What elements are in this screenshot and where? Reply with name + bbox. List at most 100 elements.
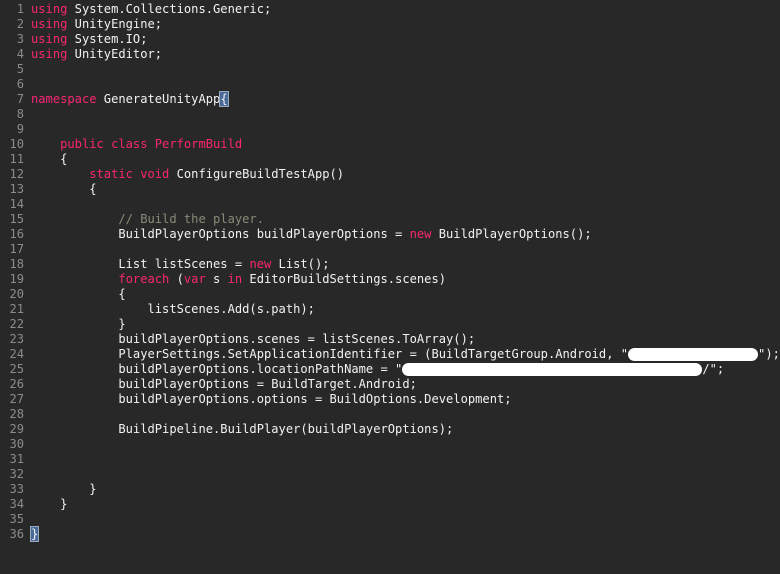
code-line[interactable]: 2 using UnityEngine; <box>0 17 162 32</box>
code-line[interactable]: 17 <box>0 242 31 257</box>
line-number: 29 <box>9 422 24 436</box>
line-number: 9 <box>16 122 24 136</box>
code-line[interactable]: 25 buildPlayerOptions.locationPathName =… <box>0 362 724 377</box>
code-line[interactable]: 31 <box>0 452 31 467</box>
code-line[interactable]: 12 static void ConfigureBuildTestApp() <box>0 167 344 182</box>
code-line[interactable]: 14 <box>0 197 31 212</box>
keyword-token: using <box>31 32 68 46</box>
code-token: { <box>31 287 126 301</box>
line-number: 22 <box>9 317 24 331</box>
code-line[interactable]: 7 namespace GenerateUnityApp{ <box>0 91 229 107</box>
code-line[interactable]: 29 BuildPipeline.BuildPlayer(buildPlayer… <box>0 422 453 437</box>
code-line[interactable]: 22 } <box>0 317 126 332</box>
keyword-token: using <box>31 47 68 61</box>
code-token: List(); <box>271 257 330 271</box>
line-number: 15 <box>9 212 24 226</box>
code-token: PlayerSettings.SetApplicationIdentifier … <box>31 347 629 361</box>
keyword-token: using <box>31 17 68 31</box>
line-number: 10 <box>9 137 24 151</box>
code-line[interactable]: 3 using System.IO; <box>0 32 148 47</box>
line-number: 31 <box>9 452 24 466</box>
line-number: 23 <box>9 332 24 346</box>
keyword-token: new <box>409 227 432 241</box>
line-number: 17 <box>9 242 24 256</box>
line-number: 34 <box>9 497 24 511</box>
code-line[interactable]: 26 buildPlayerOptions = BuildTarget.Andr… <box>0 377 416 392</box>
code-line[interactable]: 1 using System.Collections.Generic; <box>0 2 272 17</box>
code-line[interactable]: 11 { <box>0 152 67 167</box>
line-number: 19 <box>9 272 24 286</box>
code-line[interactable]: 32 <box>0 467 31 482</box>
line-number: 11 <box>9 152 24 166</box>
matched-brace: } <box>29 526 40 542</box>
code-token: BuildPlayerOptions(); <box>431 227 592 241</box>
line-number: 35 <box>9 512 24 526</box>
keyword-token: in <box>227 272 243 286</box>
code-line[interactable]: 16 BuildPlayerOptions buildPlayerOptions… <box>0 227 592 242</box>
line-number: 1 <box>16 2 24 16</box>
code-token: ConfigureBuildTestApp() <box>169 167 345 181</box>
line-number: 8 <box>16 107 24 121</box>
code-line[interactable]: 21 listScenes.Add(s.path); <box>0 302 315 317</box>
code-line[interactable]: 33 } <box>0 482 97 497</box>
matched-brace: { <box>219 91 229 107</box>
code-token: } <box>31 317 126 331</box>
keyword-token: PerformBuild <box>154 137 243 151</box>
code-token: buildPlayerOptions.locationPathName = " <box>31 362 403 376</box>
keyword-token: class <box>111 137 148 151</box>
code-editor[interactable]: 1 using System.Collections.Generic; 2 using… <box>0 0 780 574</box>
line-number: 2 <box>16 17 24 31</box>
line-number: 3 <box>16 32 24 46</box>
code-line[interactable]: 18 List listScenes = new List(); <box>0 257 330 272</box>
line-number: 4 <box>16 47 24 61</box>
keyword-token: public <box>60 137 104 151</box>
line-number: 13 <box>9 182 24 196</box>
line-number: 28 <box>9 407 24 421</box>
redacted-text <box>402 363 703 376</box>
code-line[interactable]: 24 PlayerSettings.SetApplicationIdentifi… <box>0 347 780 362</box>
code-token: } <box>31 482 97 496</box>
code-line[interactable]: 13 { <box>0 182 96 197</box>
code-line[interactable]: 19 foreach (var s in EditorBuildSettings… <box>0 272 446 287</box>
line-number: 12 <box>9 167 24 181</box>
code-token: UnityEngine; <box>67 17 163 31</box>
code-token: buildPlayerOptions.options = BuildOption… <box>31 392 512 406</box>
code-line[interactable]: 27 buildPlayerOptions.options = BuildOpt… <box>0 392 512 407</box>
code-line[interactable]: 20 { <box>0 287 126 302</box>
code-line[interactable]: 9 <box>0 122 31 137</box>
code-line[interactable]: 30 <box>0 437 31 452</box>
line-number: 20 <box>9 287 24 301</box>
code-token: List listScenes = <box>31 257 250 271</box>
code-token: s <box>205 272 228 286</box>
code-line[interactable]: 28 <box>0 407 31 422</box>
line-number: 16 <box>9 227 24 241</box>
code-line[interactable]: 34 } <box>0 497 67 512</box>
line-number: 26 <box>9 377 24 391</box>
code-line[interactable]: 10 public class PerformBuild <box>0 137 242 152</box>
line-number: 5 <box>16 62 24 76</box>
code-token: GenerateUnityApp <box>96 92 221 106</box>
code-token: UnityEditor; <box>67 47 163 61</box>
keyword-token: namespace <box>31 92 97 106</box>
code-line[interactable]: 4 using UnityEditor; <box>0 47 162 62</box>
redacted-text <box>628 348 759 361</box>
code-line[interactable]: 6 <box>0 77 31 92</box>
code-line[interactable]: 23 buildPlayerOptions.scenes = listScene… <box>0 332 475 347</box>
code-token: BuildPipeline.BuildPlayer(buildPlayerOpt… <box>31 422 454 436</box>
code-line[interactable]: 8 <box>0 107 31 122</box>
code-line[interactable]: 5 <box>0 62 31 77</box>
code-line[interactable]: 36} <box>0 526 40 542</box>
line-number: 24 <box>9 347 24 361</box>
line-number: 27 <box>9 392 24 406</box>
keyword-token: foreach <box>118 272 170 286</box>
keyword-token: using <box>31 2 68 16</box>
code-line[interactable]: 35 <box>0 512 31 527</box>
line-number: 7 <box>16 92 24 106</box>
code-line[interactable]: 15 // Build the player. <box>0 212 264 227</box>
line-number: 32 <box>9 467 24 481</box>
